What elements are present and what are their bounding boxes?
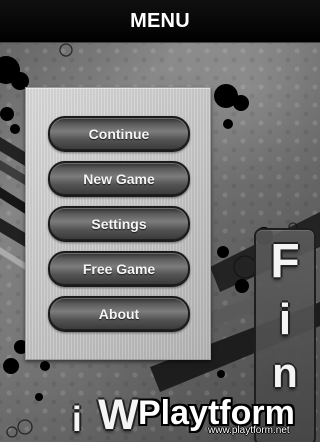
logo-letter-i: i: [278, 295, 292, 344]
about-button[interactable]: About: [48, 296, 190, 332]
title-bar: MENU: [0, 0, 320, 43]
menu-title: MENU: [130, 9, 190, 32]
settings-button[interactable]: Settings: [48, 206, 190, 242]
logo-letter-w: W: [98, 391, 139, 439]
logo-letter-n: n: [272, 349, 298, 396]
menu-panel: Continue New Game Settings Free Game Abo…: [25, 87, 211, 360]
logo-letter-f: F: [270, 235, 300, 288]
continue-button[interactable]: Continue: [48, 116, 190, 152]
free-game-button[interactable]: Free Game: [48, 251, 190, 287]
game-menu-screen: MENU Continue New Game Settings Free Gam…: [0, 0, 320, 442]
logo-letter-i-bottom: i: [72, 400, 82, 439]
game-logo-bottom: i W: [72, 392, 182, 442]
new-game-button[interactable]: New Game: [48, 161, 190, 197]
game-logo-vertical: F i n: [254, 228, 316, 442]
